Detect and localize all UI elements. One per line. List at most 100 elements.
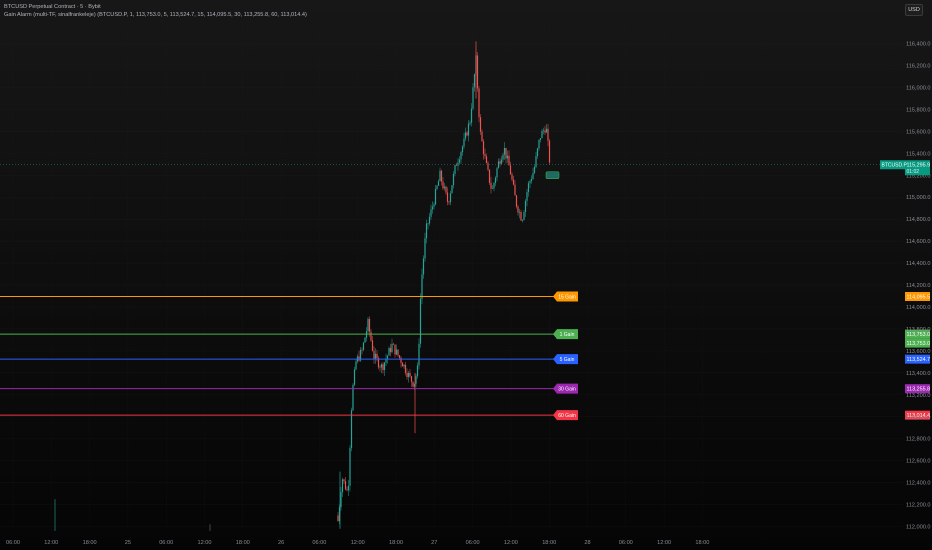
candle-body	[545, 128, 548, 133]
candle-body	[478, 88, 480, 118]
candle-body	[434, 188, 437, 205]
candle-body	[523, 212, 525, 220]
price-tick-label: 115,800.0	[906, 107, 930, 113]
candle-body	[533, 167, 536, 173]
price-tick-label: 112,800.0	[906, 437, 930, 443]
candle-body	[473, 74, 476, 88]
candle-body	[415, 376, 417, 384]
candle-body	[499, 161, 501, 164]
candle-body	[491, 188, 494, 189]
candle-body	[433, 204, 435, 207]
candle-body	[427, 223, 429, 225]
candle-body	[373, 350, 375, 359]
candle-body	[458, 159, 461, 163]
candle-body	[409, 372, 411, 377]
time-tick-label: 12:00	[657, 540, 671, 546]
time-tick-label: 06:00	[159, 540, 173, 546]
candle-body	[512, 179, 515, 185]
candle-body	[503, 147, 506, 155]
candle-body	[524, 200, 527, 213]
candle-body	[407, 372, 410, 378]
candle-body	[367, 318, 369, 332]
time-tick-label: 12:00	[504, 540, 518, 546]
candle-body	[419, 298, 422, 344]
candle-body	[397, 349, 399, 356]
candle-body	[436, 185, 438, 189]
candle-body	[368, 318, 371, 332]
time-tick-label: 18:00	[389, 540, 403, 546]
candle-body	[418, 343, 420, 366]
candle-body	[425, 223, 428, 239]
chart-grid	[0, 26, 903, 532]
price-tick-label: 112,200.0	[906, 503, 930, 509]
candle-body	[502, 154, 504, 160]
candle-body	[383, 362, 386, 371]
candle-body	[347, 485, 350, 491]
price-tick-label: 112,600.0	[906, 459, 930, 465]
time-tick-label: 12:00	[351, 540, 365, 546]
candle-body	[443, 186, 446, 189]
candle-body	[362, 342, 365, 350]
candle-body	[485, 156, 488, 163]
candle-body	[410, 376, 413, 382]
candle-body	[371, 340, 374, 351]
candle-body	[547, 128, 549, 141]
candle-body	[370, 331, 372, 341]
last-candle-marker	[545, 171, 560, 179]
candle-body	[355, 361, 357, 370]
time-tick-label: 28	[584, 540, 590, 546]
candle-body	[389, 348, 392, 353]
candle-body	[470, 108, 473, 123]
candle-body	[517, 206, 519, 213]
price-tick-label: 113,200.0	[906, 393, 930, 399]
candle-body	[536, 148, 539, 157]
price-tick-label: 114,200.0	[906, 283, 930, 289]
candle-body	[505, 147, 507, 159]
candle-body	[394, 344, 396, 355]
time-tick-label: 06:00	[312, 540, 326, 546]
time-tick-label: 18:00	[695, 540, 709, 546]
time-tick-label: 06:00	[619, 540, 633, 546]
gain-flag-label: 1 Gain	[560, 332, 575, 338]
time-tick-label: 18:00	[83, 540, 97, 546]
candle-body	[527, 183, 530, 193]
candle-body	[487, 162, 489, 170]
time-tick-label: 18:00	[236, 540, 250, 546]
candle-body	[467, 123, 470, 136]
gain-flag-label: 30 Gain	[558, 387, 576, 393]
candle-body	[460, 152, 462, 160]
candle-body	[388, 348, 390, 356]
price-tick-label: 113,600.0	[906, 349, 930, 355]
candle-body	[520, 211, 522, 221]
candle-body	[445, 186, 447, 193]
candle-body	[437, 181, 440, 186]
price-tick-label: 115,400.0	[906, 151, 930, 157]
price-tick-label: 112,000.0	[906, 525, 930, 531]
candle-body	[386, 355, 389, 360]
candle-body	[428, 216, 431, 224]
gain-flag-label: 5 Gain	[560, 357, 575, 363]
candle-body	[416, 365, 419, 377]
candle-body	[529, 181, 531, 184]
time-tick-label: 26	[278, 540, 284, 546]
candle-body	[515, 195, 518, 207]
price-tick-label: 116,200.0	[906, 64, 930, 70]
price-tick-label: 115,000.0	[906, 195, 930, 201]
price-tick-label: 115,600.0	[906, 129, 930, 135]
candle-body	[337, 515, 339, 522]
price-chart[interactable]: 15 Gain 114,095.5 1 Gain 113,753.0 5 Gain 113…	[0, 0, 932, 550]
candle-body	[350, 410, 353, 448]
candle-body	[496, 168, 498, 178]
candle-body	[442, 181, 444, 189]
candle-body	[541, 130, 543, 139]
time-tick-label: 27	[431, 540, 437, 546]
candle-body	[548, 140, 551, 163]
candle-body	[379, 367, 381, 368]
candle-body	[340, 492, 342, 508]
price-tick-label: 114,800.0	[906, 217, 930, 223]
candle-body	[448, 201, 450, 203]
candle-body	[364, 337, 366, 343]
candle-body	[341, 479, 344, 493]
candle-body	[472, 87, 474, 109]
candle-body	[521, 219, 524, 221]
